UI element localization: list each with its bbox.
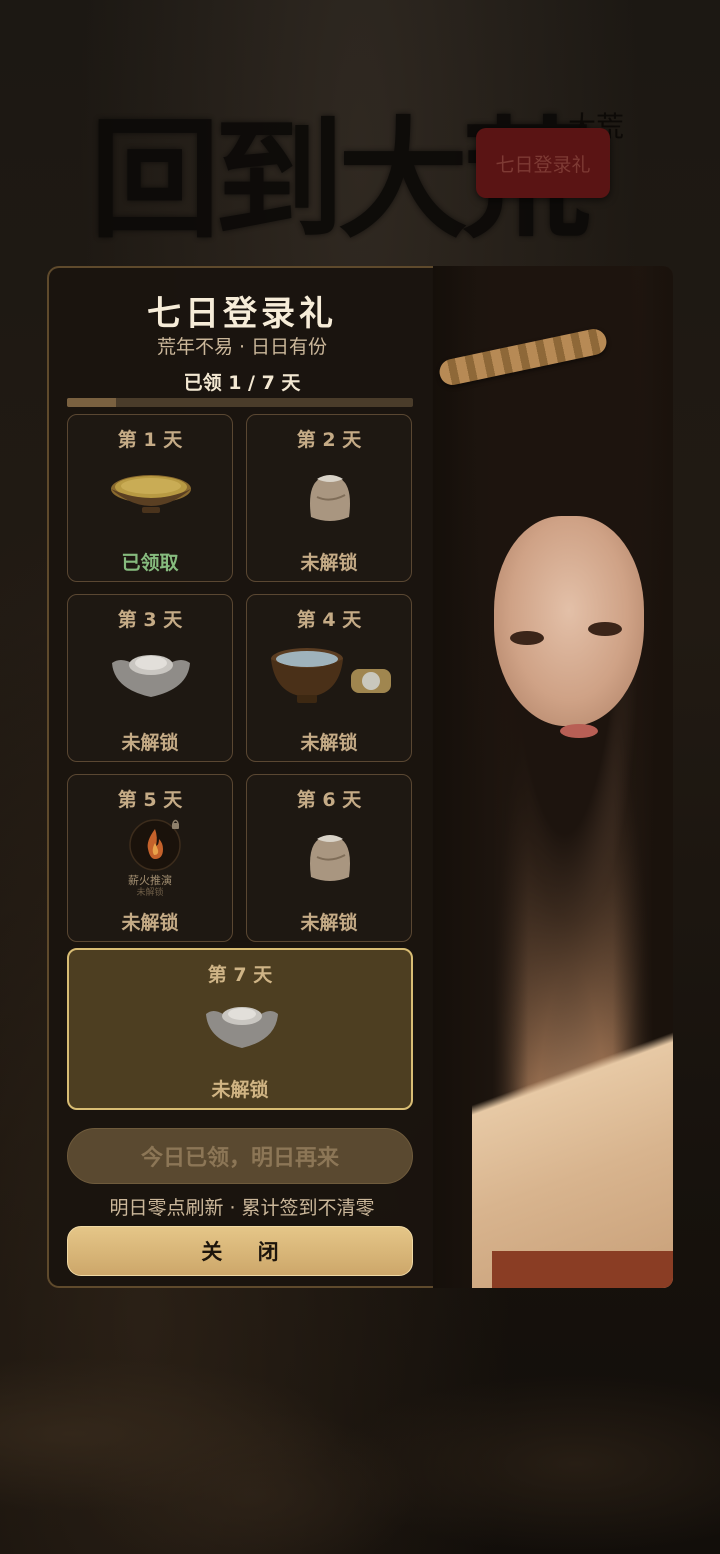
- silver-ingot-icon: [69, 990, 411, 1070]
- day-card-3[interactable]: 第 3 天 未解锁: [67, 594, 233, 762]
- progress-bar: [67, 398, 413, 407]
- dialog-subtitle: 荒年不易 · 日日有份: [156, 336, 328, 358]
- day-status: 未解锁: [121, 732, 179, 754]
- day-card-2[interactable]: 第 2 天 未解锁: [246, 414, 412, 582]
- silver-ingot-icon: [68, 637, 232, 717]
- grain-sack-icon: [247, 817, 411, 897]
- day-status: 未解锁: [300, 552, 358, 574]
- day-status: 未解锁: [211, 1079, 269, 1101]
- character-portrait: [432, 266, 673, 1288]
- background-event-badge: 七日登录礼: [476, 128, 610, 198]
- day-label: 第 2 天: [296, 429, 362, 451]
- day-status: 未解锁: [300, 912, 358, 934]
- day-card-5[interactable]: 第 5 天 薪火推演 未解锁 未解锁: [67, 774, 233, 942]
- day-card-6[interactable]: 第 6 天 未解锁: [246, 774, 412, 942]
- seven-day-login-dialog: 七日登录礼 荒年不易 · 日日有份 已领 1 / 7 天 第 1 天 已领取 第…: [47, 266, 433, 1288]
- close-button[interactable]: 关 闭: [67, 1226, 413, 1276]
- progress-text: 已领 1 / 7 天: [183, 372, 301, 394]
- day-label: 第 1 天: [117, 429, 183, 451]
- dialog-title: 七日登录礼: [147, 294, 337, 334]
- portrait-robe: [472, 866, 673, 1288]
- grain-bowl-icon: [68, 457, 232, 537]
- day-label: 第 6 天: [296, 789, 362, 811]
- grain-sack-icon: [247, 457, 411, 537]
- day-item-subcaption: 未解锁: [136, 888, 164, 898]
- day-status: 未解锁: [300, 732, 358, 754]
- refresh-note: 明日零点刷新 · 累计签到不清零: [109, 1197, 375, 1219]
- day-label: 第 4 天: [296, 609, 362, 631]
- day-label: 第 5 天: [117, 789, 183, 811]
- portrait-eye-left: [510, 631, 544, 645]
- day-status: 已领取: [121, 552, 179, 574]
- portrait-sash: [492, 1251, 673, 1288]
- claim-button[interactable]: 今日已领，明日再来: [67, 1128, 413, 1184]
- day-label: 第 3 天: [117, 609, 183, 631]
- fire-skill-locked-icon: 薪火推演 未解锁: [68, 817, 232, 898]
- water-bowl-and-jade-icon: [247, 637, 411, 717]
- portrait-face: [494, 516, 644, 726]
- background-clutter: [0, 1254, 720, 1554]
- day-card-7[interactable]: 第 7 天 未解锁: [67, 948, 413, 1110]
- portrait-eye-right: [588, 622, 622, 636]
- day-label: 第 7 天: [207, 964, 273, 986]
- day-status: 未解锁: [121, 912, 179, 934]
- day-card-4[interactable]: 第 4 天 未解锁: [246, 594, 412, 762]
- portrait-lips: [560, 724, 598, 738]
- progress-bar-fill: [67, 398, 117, 407]
- day-card-1[interactable]: 第 1 天 已领取: [67, 414, 233, 582]
